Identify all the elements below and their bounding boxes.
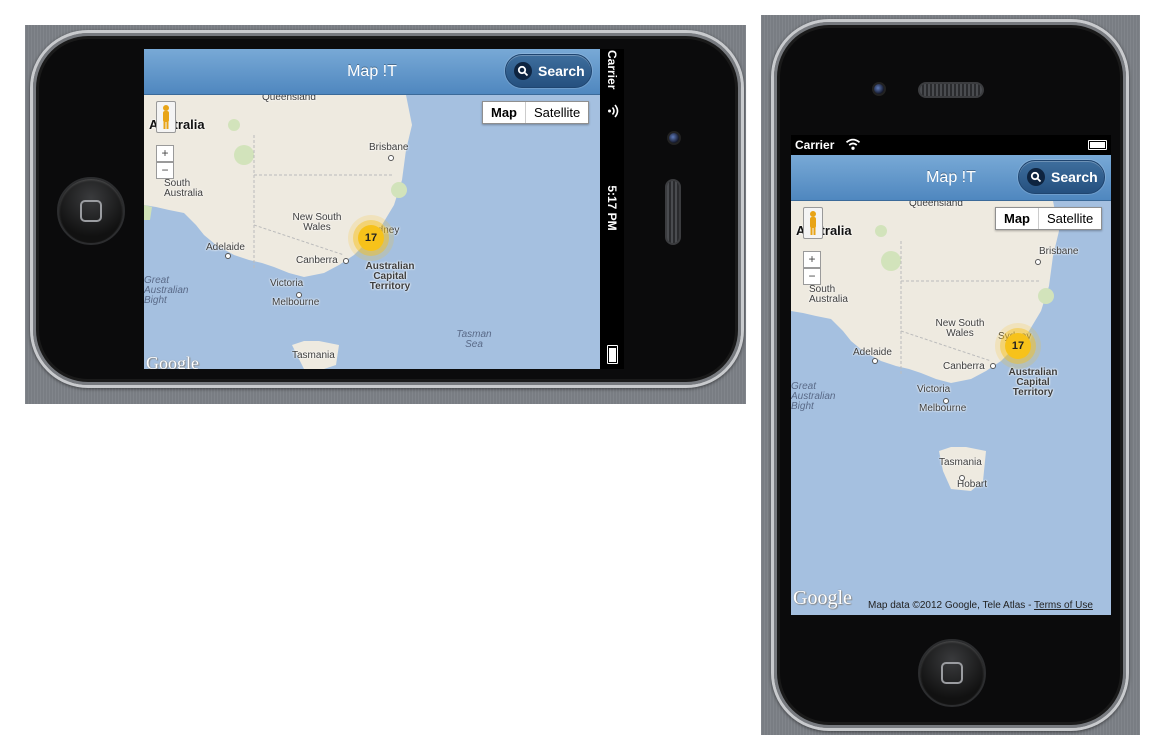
street-view-pegman-icon[interactable] [156,101,176,133]
map-label-great-australian-bight: Great Australian Bight [144,275,189,306]
battery-icon [607,345,618,364]
canberra-marker [343,258,349,264]
map-label-south-australia: South Australia [164,178,203,199]
adelaide-marker [872,358,878,364]
status-bar: Carrier [791,135,1111,155]
cluster-marker[interactable]: 17 [1005,333,1031,359]
portrait-screen: Carrier Map !T Search Queensland Austral… [791,135,1111,615]
nav-bar: Map !T Search [791,155,1111,201]
home-square-icon [80,200,102,222]
zoom-in-button[interactable]: + [156,145,174,162]
map-type-satellite[interactable]: Satellite [526,102,588,123]
wifi-icon [605,104,619,118]
home-button[interactable] [918,639,986,707]
google-logo: Google [146,353,199,369]
carrier-label: Carrier [795,138,835,152]
search-button[interactable]: Search [1018,160,1105,194]
speaker-grille [665,179,681,245]
zoom-out-button[interactable]: − [803,268,821,285]
map-label-act: Australian Capital Territory [1008,367,1058,398]
map-label-melbourne: Melbourne [272,297,320,308]
brisbane-marker [388,155,394,161]
search-icon [514,62,532,80]
brisbane-marker [1035,259,1041,265]
nav-bar: Map !T Search [144,49,600,95]
street-view-pegman-icon[interactable] [803,207,823,239]
clock-label: 5:17 PM [605,185,619,231]
map-label-brisbane: Brisbane [1039,246,1079,257]
zoom-in-button[interactable]: + [803,251,821,268]
map-type-map[interactable]: Map [483,102,526,123]
adelaide-marker [225,253,231,259]
map-type-satellite[interactable]: Satellite [1039,208,1101,229]
map-label-south-australia: South Australia [809,284,848,305]
map-label-new-south-wales: New South Wales [935,318,985,339]
wifi-icon [845,138,861,154]
map-label-melbourne: Melbourne [919,403,967,414]
map-label-adelaide: Adelaide [853,347,892,358]
speaker-grille [918,82,984,98]
map-attribution: Map data ©2012 Google, Tele Atlas - Term… [868,600,1093,611]
zoom-out-button[interactable]: − [156,162,174,179]
attribution-text: Map data ©2012 Google, Tele Atlas - [868,600,1032,611]
map-label-victoria: Victoria [917,384,951,395]
map-type-control: Map Satellite [482,101,590,124]
map-label-tasmania: Tasmania [939,457,982,468]
melbourne-marker [296,292,302,298]
map-label-new-south-wales: New South Wales [292,212,342,233]
map-label-queensland: Queensland [262,95,316,103]
map-label-canberra: Canberra [296,255,338,266]
battery-icon [1088,140,1107,150]
search-button[interactable]: Search [505,54,592,88]
camera-icon [872,82,886,96]
search-button-label: Search [538,63,585,79]
map-label-act: Australian Capital Territory [365,261,415,292]
landscape-screen: Carrier 5:17 PM Map !T Search Queensland… [144,49,624,369]
carrier-label: Carrier [605,50,619,90]
camera-icon [667,131,681,145]
hobart-marker [959,475,965,481]
cluster-marker[interactable]: 17 [358,225,384,251]
search-icon [1027,168,1045,186]
map-label-victoria: Victoria [270,278,304,289]
map-type-control: Map Satellite [995,207,1103,230]
map-label-adelaide: Adelaide [206,242,245,253]
status-bar: Carrier 5:17 PM [600,49,624,369]
canberra-marker [990,363,996,369]
map-label-queensland: Queensland [909,201,963,209]
map-label-tasmania: Tasmania [292,350,335,361]
melbourne-marker [943,398,949,404]
terms-of-use-link[interactable]: Terms of Use [1034,600,1093,611]
map-type-map[interactable]: Map [996,208,1039,229]
search-button-label: Search [1051,169,1098,185]
google-logo: Google [793,587,852,609]
map-label-canberra: Canberra [943,361,985,372]
map-label-brisbane: Brisbane [369,142,409,153]
home-button[interactable] [57,177,125,245]
home-square-icon [941,662,963,684]
map-view[interactable]: Queensland Australia Brisbane South Aust… [791,201,1111,615]
map-view[interactable]: Queensland Australia Brisbane South Aust… [144,95,600,369]
map-label-great-australian-bight: Great Australian Bight [791,381,836,412]
map-label-tasman-sea: Tasman Sea [456,329,492,350]
